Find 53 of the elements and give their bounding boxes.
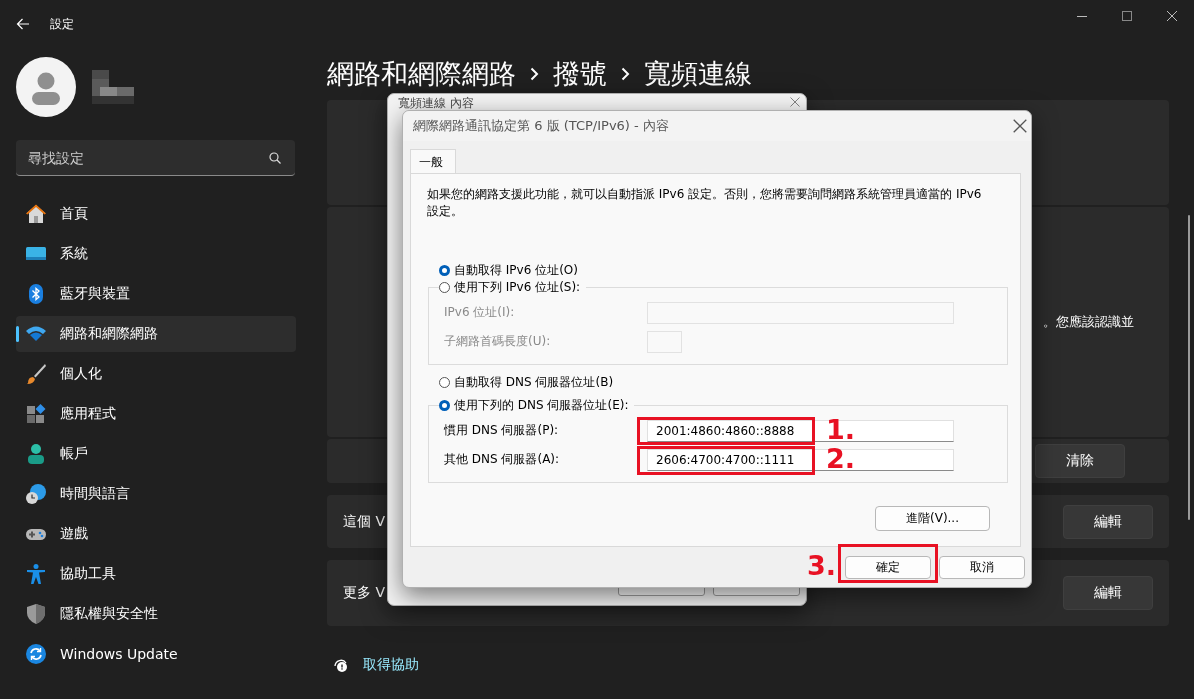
brush-icon bbox=[25, 363, 47, 385]
breadcrumb-item[interactable]: 撥號 bbox=[553, 56, 607, 92]
card-button[interactable]: 清除 bbox=[1035, 444, 1125, 478]
scrollbar[interactable] bbox=[1188, 215, 1190, 520]
search-field[interactable]: 尋找設定 bbox=[16, 140, 295, 176]
card-text: 。您應該認識並 bbox=[1043, 313, 1134, 331]
home-icon bbox=[25, 203, 47, 225]
back-icon[interactable] bbox=[16, 18, 30, 30]
accessibility-icon bbox=[25, 563, 47, 585]
breadcrumb-item[interactable]: 網路和網際網路 bbox=[327, 56, 516, 92]
dialog-button[interactable]: 取消 bbox=[939, 556, 1025, 579]
nav-item[interactable]: 應用程式 bbox=[16, 396, 296, 432]
dialog-title: 寬頻連線 內容 bbox=[398, 96, 474, 110]
window-title: 設定 bbox=[50, 15, 74, 33]
step-number: 3. bbox=[807, 551, 837, 581]
nav-item[interactable]: 協助工具 bbox=[16, 556, 296, 592]
close-icon[interactable] bbox=[1013, 119, 1027, 133]
nav-item[interactable]: 遊戲 bbox=[16, 516, 296, 552]
field-label: 其他 DNS 伺服器(A): bbox=[444, 451, 561, 468]
search-icon bbox=[269, 152, 281, 164]
nav-item[interactable]: 帳戶 bbox=[16, 436, 296, 472]
tab[interactable]: 一般 bbox=[410, 149, 456, 174]
field-label: IPv6 位址(I): bbox=[444, 304, 516, 321]
card-text: 更多 V bbox=[343, 584, 386, 602]
nav-item[interactable]: 系統 bbox=[16, 236, 296, 272]
apps-icon bbox=[25, 403, 47, 425]
dialog-title: 網際網路通訊協定第 6 版 (TCP/IPv6) - 內容 bbox=[413, 117, 669, 135]
nav-item[interactable]: 藍牙與裝置 bbox=[16, 276, 296, 312]
person-icon bbox=[25, 443, 47, 465]
nav-item[interactable]: 首頁 bbox=[16, 196, 296, 232]
field-label: 子網路首碼長度(U): bbox=[444, 333, 552, 350]
nav-item[interactable]: 隱私權與安全性 bbox=[16, 596, 296, 632]
advanced-button[interactable]: 進階(V)... bbox=[875, 506, 990, 531]
avatar[interactable] bbox=[16, 57, 76, 117]
sync-icon bbox=[25, 643, 47, 665]
chevron-icon bbox=[621, 67, 630, 81]
dialog-button[interactable]: 確定 bbox=[845, 556, 931, 579]
card-text: 這個 V bbox=[343, 512, 386, 531]
close-icon[interactable] bbox=[790, 97, 800, 107]
help-icon bbox=[333, 657, 349, 673]
card-button[interactable]: 編輯 bbox=[1063, 504, 1153, 539]
globe-clock-icon bbox=[25, 483, 47, 505]
nav-item[interactable]: 時間與語言 bbox=[16, 476, 296, 512]
nav-item[interactable]: 個人化 bbox=[16, 356, 296, 392]
nav-item[interactable]: 網路和網際網路 bbox=[16, 316, 296, 352]
description-text: 如果您的網路支援此功能，就可以自動指派 IPv6 設定。否則，您將需要詢問網路系統管理員適當的 IPv6 設定。 bbox=[427, 186, 983, 220]
field-label: 慣用 DNS 伺服器(P): bbox=[444, 422, 560, 439]
card-button[interactable]: 編輯 bbox=[1063, 576, 1153, 610]
help-link[interactable]: 取得協助 bbox=[363, 656, 419, 674]
chevron-icon bbox=[530, 67, 539, 81]
shield-icon bbox=[25, 603, 47, 625]
nav-item[interactable]: Windows Update bbox=[16, 636, 296, 672]
breadcrumb-item: 寬頻連線 bbox=[644, 57, 752, 91]
